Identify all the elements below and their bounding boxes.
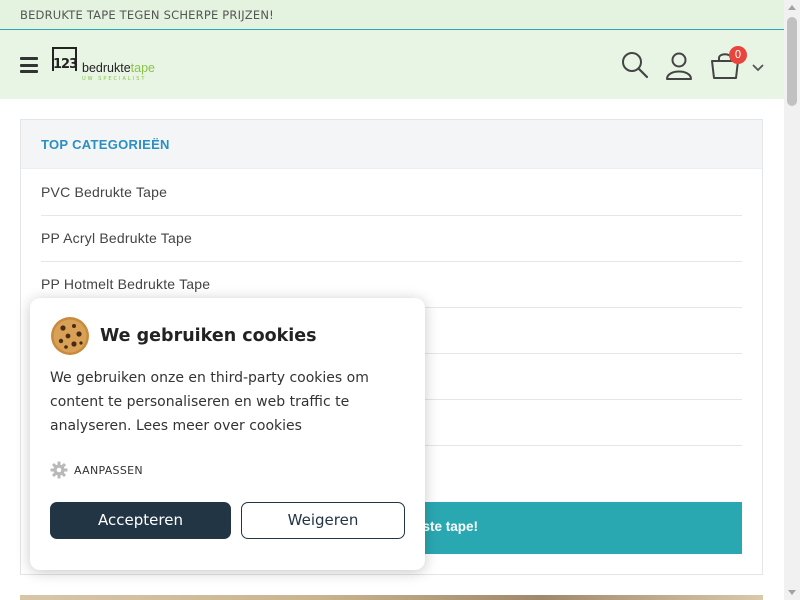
scrollbar[interactable] xyxy=(784,0,800,600)
panel-title: TOP CATEGORIEËN xyxy=(41,137,170,152)
logo-tagline: UW SPECIALIST xyxy=(82,76,147,82)
menu-icon[interactable] xyxy=(20,57,38,73)
cookie-description: We gebruiken onze en third-party cookies… xyxy=(50,370,369,434)
cookie-title: We gebruiken cookies xyxy=(100,326,317,346)
search-icon[interactable] xyxy=(620,50,650,80)
scroll-up-arrow[interactable] xyxy=(784,0,800,16)
cta-label: ste tape! xyxy=(422,519,478,534)
scroll-thumb[interactable] xyxy=(787,17,797,106)
promo-bar: BEDRUKTE TAPE TEGEN SCHERPE PRIJZEN! xyxy=(0,0,784,30)
logo-word-dark: bedrukte xyxy=(82,61,131,75)
chevron-down-icon[interactable] xyxy=(751,58,765,72)
customize-label: AANPASSEN xyxy=(74,464,143,477)
banner-image xyxy=(20,595,763,600)
user-icon[interactable] xyxy=(664,50,694,80)
reject-button[interactable]: Weigeren xyxy=(241,502,405,539)
gear-icon xyxy=(50,461,68,479)
scroll-down-arrow[interactable] xyxy=(784,584,800,600)
promo-text: BEDRUKTE TAPE TEGEN SCHERPE PRIJZEN! xyxy=(20,8,274,22)
logo-word-green: tape xyxy=(130,61,155,75)
cart-count-badge: 0 xyxy=(729,46,747,64)
cookie-consent-dialog: We gebruiken cookies We gebruiken onze e… xyxy=(30,298,425,570)
site-header: 123 bedruktetape UW SPECIALIST 0 xyxy=(0,30,784,99)
panel-header: TOP CATEGORIEËN xyxy=(21,120,762,169)
site-logo[interactable]: 123 bedruktetape UW SPECIALIST xyxy=(52,47,172,83)
category-item-pvc[interactable]: PVC Bedrukte Tape xyxy=(41,170,742,216)
category-label: PVC Bedrukte Tape xyxy=(41,184,168,200)
category-label: PP Hotmelt Bedrukte Tape xyxy=(41,276,211,292)
cookie-icon xyxy=(50,316,90,356)
accept-button[interactable]: Accepteren xyxy=(50,502,231,539)
logo-number: 123 xyxy=(53,57,78,72)
page: BEDRUKTE TAPE TEGEN SCHERPE PRIJZEN! 123… xyxy=(0,0,800,600)
logo-wordmark: bedruktetape xyxy=(82,61,155,75)
category-item-pp-acryl[interactable]: PP Acryl Bedrukte Tape xyxy=(41,216,742,262)
category-label: PP Acryl Bedrukte Tape xyxy=(41,230,192,246)
